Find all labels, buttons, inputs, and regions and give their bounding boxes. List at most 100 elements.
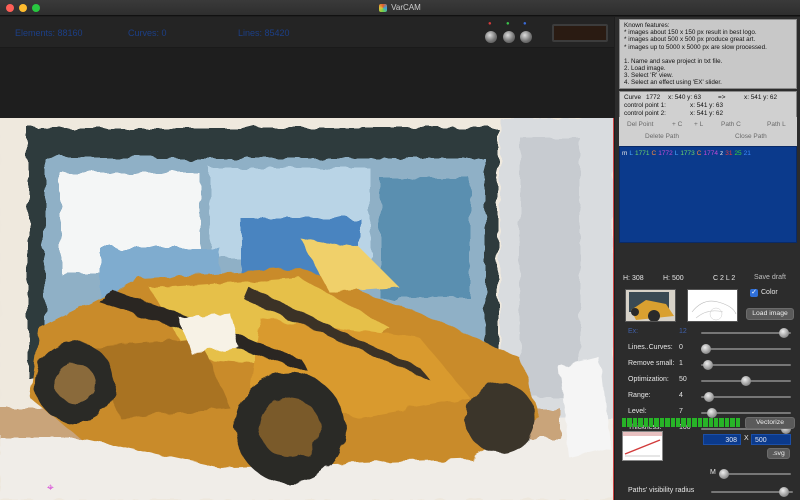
m-slider[interactable] bbox=[719, 469, 791, 479]
add-l-button[interactable]: + L bbox=[694, 121, 703, 128]
sequence-token: z bbox=[719, 150, 724, 157]
source-image-thumbnail bbox=[625, 289, 676, 322]
slider-track[interactable] bbox=[701, 408, 791, 418]
path-l-button[interactable]: Path L bbox=[767, 121, 786, 128]
status-bar: Elements: 88160 Curves: 0 Lines: 85420 ●… bbox=[0, 17, 614, 48]
slider-label: Optimization: bbox=[628, 376, 669, 383]
slider-knob[interactable] bbox=[779, 487, 790, 497]
vector-canvas[interactable] bbox=[0, 118, 614, 500]
slider-value: 4 bbox=[679, 392, 683, 399]
add-c-button[interactable]: + C bbox=[672, 121, 682, 128]
path-sequence-box: m L 1771 C 1772 L 1773 C 1774 z 31 25 21 bbox=[619, 146, 797, 243]
slider-track[interactable] bbox=[701, 392, 791, 402]
image-width-label: H: 500 bbox=[663, 275, 684, 282]
output-height-field[interactable]: 500 bbox=[751, 434, 791, 445]
progress-segment bbox=[730, 418, 735, 427]
canvas-header-space bbox=[0, 48, 614, 118]
visibility-radius-slider[interactable] bbox=[711, 487, 793, 497]
app-icon bbox=[379, 3, 388, 12]
elements-count: Elements: 88160 bbox=[15, 28, 83, 38]
green-channel-marker: ● bbox=[506, 21, 510, 27]
delete-path-button[interactable]: Delete Path bbox=[645, 133, 679, 140]
sequence-token: C bbox=[696, 150, 702, 157]
m-slider-label: M bbox=[710, 469, 716, 476]
save-draft-button[interactable]: Save draft bbox=[754, 274, 786, 281]
load-image-button[interactable]: Load image bbox=[746, 308, 794, 320]
sequence-token: 25 bbox=[734, 150, 742, 157]
progress-segment bbox=[659, 418, 665, 427]
slider-track[interactable] bbox=[701, 376, 791, 386]
slider-knob[interactable] bbox=[704, 392, 715, 402]
minimize-window-button[interactable] bbox=[19, 4, 27, 12]
slider-track[interactable] bbox=[701, 328, 791, 338]
progress-segment bbox=[632, 418, 638, 427]
image-height-label: H: 308 bbox=[623, 275, 644, 282]
feature-line: * images up to 5000 x 5000 px are slow p… bbox=[624, 43, 767, 51]
output-width-field[interactable]: 308 bbox=[703, 434, 741, 445]
sequence-token: 1773 bbox=[680, 150, 695, 157]
path-buttons: Del Point + C + L Path C Path L Delete P… bbox=[619, 117, 797, 147]
color-checkbox[interactable]: ✓ bbox=[750, 289, 758, 297]
slider-value: 12 bbox=[679, 328, 687, 335]
progress-segment bbox=[627, 418, 632, 427]
sequence-token: 1772 bbox=[658, 150, 673, 157]
progress-segment bbox=[686, 418, 692, 427]
red-channel-toggle[interactable] bbox=[485, 31, 497, 43]
slider-value: 50 bbox=[679, 376, 687, 383]
progress-segment bbox=[692, 418, 697, 427]
known-features-text: Known features: * images about 150 x 150… bbox=[619, 19, 797, 89]
control-point-1-value: x: 541 y: 63 bbox=[690, 102, 724, 109]
progress-segment bbox=[703, 418, 708, 427]
control-panel: Known features: * images about 150 x 150… bbox=[615, 17, 800, 500]
progress-segment bbox=[670, 418, 676, 427]
path-c-button[interactable]: Path C bbox=[721, 121, 741, 128]
curve-arrow: => bbox=[718, 94, 726, 101]
feature-line: * images about 150 x 150 px result in be… bbox=[624, 29, 757, 37]
blue-channel-toggle[interactable] bbox=[520, 31, 532, 43]
feature-line: Known features: bbox=[624, 22, 670, 29]
feature-line bbox=[624, 51, 792, 58]
sequence-token: C bbox=[651, 150, 657, 157]
slider-knob[interactable] bbox=[719, 469, 729, 479]
progress-segment bbox=[681, 418, 686, 427]
vectorize-button[interactable]: Vectorize bbox=[745, 417, 795, 429]
slider-track[interactable] bbox=[701, 360, 791, 370]
del-point-button[interactable]: Del Point bbox=[627, 121, 653, 128]
window-title-text: VarCAM bbox=[391, 3, 421, 12]
close-path-button[interactable]: Close Path bbox=[735, 133, 767, 140]
progress-segment bbox=[676, 418, 681, 427]
slider-knob[interactable] bbox=[701, 344, 711, 354]
progress-segment bbox=[638, 418, 643, 427]
sequence-token: 21 bbox=[743, 150, 751, 157]
progress-segment bbox=[713, 418, 719, 427]
visibility-radius-label: Paths' visibility radius bbox=[628, 487, 695, 494]
slider-knob[interactable] bbox=[702, 360, 713, 370]
close-window-button[interactable] bbox=[6, 4, 14, 12]
slider-knob[interactable] bbox=[741, 376, 751, 386]
curve-label: Curve bbox=[624, 94, 642, 101]
sequence-token: L bbox=[674, 150, 679, 157]
slider-track[interactable] bbox=[701, 344, 791, 354]
vector-preview-thumbnail bbox=[687, 289, 738, 322]
maximize-window-button[interactable] bbox=[32, 4, 40, 12]
slider-value: 1 bbox=[679, 360, 683, 367]
window-controls bbox=[6, 4, 40, 12]
progress-segment bbox=[622, 418, 627, 427]
vectorize-progress-bar bbox=[622, 418, 740, 427]
slider-label: Remove small: bbox=[628, 360, 675, 367]
control-point-1-label: control point 1: bbox=[624, 102, 666, 109]
sequence-token: L bbox=[629, 150, 634, 157]
slider-knob[interactable] bbox=[706, 408, 717, 418]
progress-segment bbox=[665, 418, 670, 427]
title-bar: VarCAM bbox=[0, 0, 800, 16]
slider-knob[interactable] bbox=[778, 328, 789, 338]
vectorized-image bbox=[0, 118, 613, 500]
slider-value: 7 bbox=[679, 408, 683, 415]
feature-line: * images about 500 x 500 px produce grea… bbox=[624, 36, 756, 44]
blue-channel-marker: ● bbox=[523, 21, 527, 27]
color-preview-box bbox=[552, 24, 608, 42]
green-channel-toggle[interactable] bbox=[503, 31, 515, 43]
progress-segment bbox=[643, 418, 649, 427]
export-svg-button[interactable]: .svg bbox=[767, 448, 790, 459]
sequence-token: 1771 bbox=[635, 150, 650, 157]
